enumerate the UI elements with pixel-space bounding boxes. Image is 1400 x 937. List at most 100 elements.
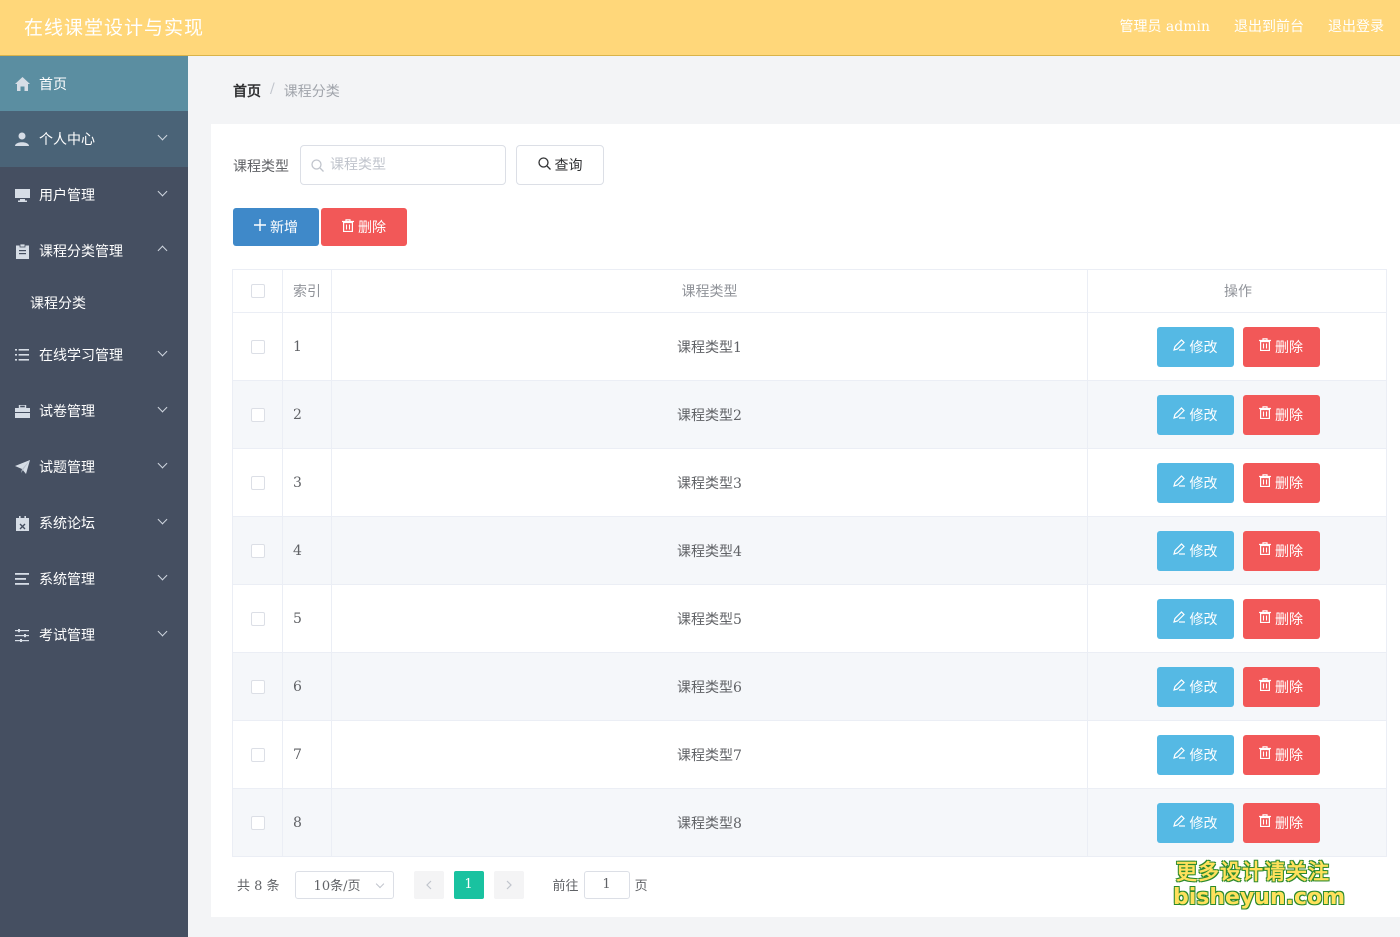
logout-link[interactable]: 退出登录 [1328, 16, 1384, 36]
sidebar: 首页 个人中心 用户管理 课程分类管理 课程分类 在线学习管理 试卷管理 试题管… [0, 56, 188, 937]
edit-button[interactable]: 修改 [1156, 462, 1234, 503]
plus-icon [254, 219, 266, 235]
edit-icon [1172, 610, 1186, 627]
table-body: 1 课程类型1 修改 删除 2 课程类型2 修改 删除 3 课程类型3 修改 删除 4 课程类型4 修改 删除… [233, 313, 1386, 857]
delete-button[interactable]: 删除 [1242, 462, 1320, 503]
trash-icon [1259, 610, 1271, 627]
cell-index: 8 [283, 789, 332, 856]
delete-button[interactable]: 删除 [1242, 598, 1320, 639]
delete-button-label: 删除 [1275, 407, 1303, 424]
breadcrumb-separator: / [270, 81, 275, 97]
delete-button[interactable]: 删除 [1242, 666, 1320, 707]
table-row: 5 课程类型5 修改 删除 [233, 585, 1386, 653]
cell-index: 7 [283, 721, 332, 788]
delete-button-label: 删除 [1275, 611, 1303, 628]
add-button[interactable]: 新增 [233, 208, 319, 246]
app-title: 在线课堂设计与实现 [24, 17, 205, 39]
edit-button[interactable]: 修改 [1156, 394, 1234, 435]
cell-course-type: 课程类型6 [332, 653, 1088, 720]
table-row: 4 课程类型4 修改 删除 [233, 517, 1386, 585]
delete-button[interactable]: 删除 [1242, 326, 1320, 367]
search-field[interactable] [300, 145, 506, 185]
query-button-label: 查询 [554, 158, 583, 174]
edit-button[interactable]: 修改 [1156, 530, 1234, 571]
delete-button-label: 删除 [1275, 475, 1303, 492]
sidebar-item-papers[interactable]: 试卷管理 [0, 383, 188, 439]
sidebar-item-exams[interactable]: 考试管理 [0, 607, 188, 663]
chevron-down-icon [157, 570, 168, 581]
table-row: 3 课程类型3 修改 删除 [233, 449, 1386, 517]
chevron-left-icon [425, 880, 431, 889]
delete-button[interactable]: 删除 [1242, 802, 1320, 843]
sidebar-item-home[interactable]: 首页 [0, 56, 188, 111]
sidebar-item-system[interactable]: 系统管理 [0, 551, 188, 607]
next-page-button[interactable] [493, 870, 524, 899]
chevron-down-icon [157, 186, 168, 197]
batch-delete-button[interactable]: 删除 [321, 208, 407, 246]
sidebar-item-personal[interactable]: 个人中心 [0, 111, 188, 167]
page-size-select[interactable]: 10条/页 [294, 870, 394, 899]
row-checkbox[interactable] [250, 679, 265, 694]
chevron-up-icon [157, 245, 168, 256]
search-input[interactable] [330, 146, 500, 184]
delete-button[interactable]: 删除 [1242, 530, 1320, 571]
select-all-checkbox[interactable] [250, 284, 265, 298]
delete-button-label: 删除 [1275, 747, 1303, 764]
row-checkbox[interactable] [250, 339, 265, 354]
row-checkbox[interactable] [250, 475, 265, 490]
sidebar-item-label: 试卷管理 [39, 404, 95, 420]
cell-index: 1 [283, 313, 332, 380]
trash-icon [342, 218, 354, 236]
row-checkbox[interactable] [250, 611, 265, 626]
edit-button[interactable]: 修改 [1156, 598, 1234, 639]
sidebar-item-users[interactable]: 用户管理 [0, 167, 188, 223]
trash-icon [1259, 814, 1271, 831]
query-button[interactable]: 查询 [516, 145, 604, 185]
chevron-down-icon [157, 458, 168, 469]
edit-icon [1172, 338, 1186, 355]
header-nav: 管理员 admin 退出到前台 退出登录 [1119, 16, 1384, 36]
front-link[interactable]: 退出到前台 [1234, 16, 1304, 36]
page-size-value: 10条/页 [313, 879, 361, 894]
cell-actions: 修改 删除 [1088, 653, 1388, 720]
briefcase-icon [14, 403, 30, 419]
row-checkbox[interactable] [250, 407, 265, 422]
row-checkbox[interactable] [250, 747, 265, 762]
page-number-current[interactable]: 1 [453, 870, 484, 899]
pagination: 共 8 条 10条/页 1 前往 页 [237, 870, 648, 899]
sidebar-subitem-course-category[interactable]: 课程分类 [0, 279, 188, 327]
edit-button-label: 修改 [1189, 815, 1218, 832]
trash-icon [1259, 746, 1271, 763]
cell-actions: 修改 删除 [1088, 381, 1388, 448]
edit-button[interactable]: 修改 [1156, 734, 1234, 775]
sidebar-item-label: 系统管理 [39, 572, 95, 588]
edit-button[interactable]: 修改 [1156, 666, 1234, 707]
sidebar-item-course-category-mgmt[interactable]: 课程分类管理 [0, 223, 188, 279]
sidebar-item-label: 用户管理 [39, 188, 95, 204]
row-checkbox[interactable] [250, 815, 265, 830]
cell-actions: 修改 删除 [1088, 721, 1388, 788]
goto-page-input[interactable] [583, 870, 630, 899]
cell-actions: 修改 删除 [1088, 585, 1388, 652]
sidebar-item-forum[interactable]: 系统论坛 [0, 495, 188, 551]
breadcrumb-home[interactable]: 首页 [233, 81, 261, 101]
edit-button[interactable]: 修改 [1156, 326, 1234, 367]
edit-button[interactable]: 修改 [1156, 802, 1234, 843]
sidebar-item-label: 课程分类 [30, 296, 86, 312]
sidebar-item-label: 试题管理 [39, 460, 95, 476]
delete-button[interactable]: 删除 [1242, 394, 1320, 435]
sidebar-item-online-learning[interactable]: 在线学习管理 [0, 327, 188, 383]
prev-page-button[interactable] [413, 870, 444, 899]
delete-button[interactable]: 删除 [1242, 734, 1320, 775]
goto-label: 前往 [552, 879, 579, 894]
row-checkbox[interactable] [250, 543, 265, 558]
table-row: 2 课程类型2 修改 删除 [233, 381, 1386, 449]
edit-button-label: 修改 [1189, 475, 1218, 492]
cell-actions: 修改 删除 [1088, 449, 1388, 516]
chevron-down-icon [157, 626, 168, 637]
admin-label: 管理员 admin [1119, 19, 1210, 35]
delete-button-label: 删除 [1275, 815, 1303, 832]
sidebar-item-label: 首页 [39, 76, 67, 93]
column-header-index: 索引 [283, 270, 332, 312]
sidebar-item-questions[interactable]: 试题管理 [0, 439, 188, 495]
